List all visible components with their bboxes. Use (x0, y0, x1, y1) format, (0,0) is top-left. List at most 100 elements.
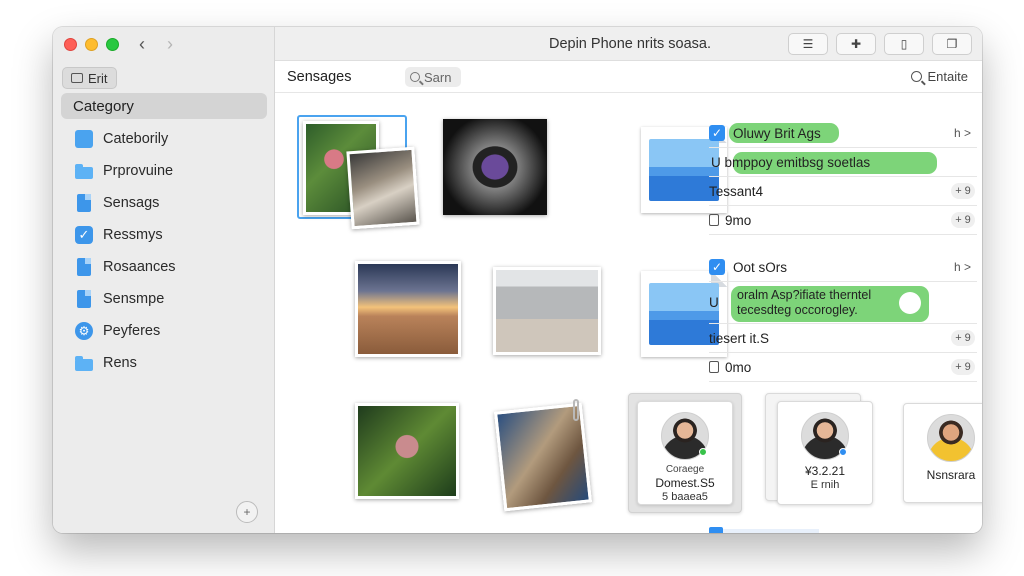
titlebar-buttons: ☰ ✚ ▯ ❐ (788, 33, 972, 55)
list-row[interactable]: 0mo + 9 (709, 353, 977, 382)
list-view-icon: ☰ (802, 37, 814, 51)
message-list-2: ✓ Oot sOrs h > U oralm Asp?ifiate thernt… (709, 253, 977, 382)
sidebar-item-5[interactable]: Sensmpe (75, 283, 176, 315)
row-badge[interactable]: + 9 (951, 183, 975, 199)
sidebar-item-0[interactable]: Cateborily (75, 123, 176, 155)
document-icon (75, 194, 93, 212)
back-button[interactable]: ‹ (130, 33, 154, 55)
enable-button[interactable]: Entaite (910, 69, 968, 84)
photo-phone (443, 119, 547, 215)
category-header-label: Category (73, 97, 134, 115)
app-window: ‹ › Erit Category Cateborily Prprovuine … (53, 27, 982, 533)
sidebar-item-6[interactable]: ⚙ Peyferes (75, 315, 176, 347)
thumbnail-room[interactable] (493, 267, 601, 355)
sidebar-item-label: Sensags (103, 195, 160, 211)
search-field[interactable]: Sarn (405, 67, 461, 87)
next-list-strip (709, 529, 819, 533)
thumbnail-plant-cat[interactable] (297, 115, 423, 230)
checkbox-icon[interactable]: ✓ (709, 259, 725, 275)
contact-card-0[interactable]: Coraege Domest.S5 5 baaea5 (637, 401, 733, 505)
category-header[interactable]: Category (61, 93, 267, 119)
message-list-1: ✓ Oluwy Brit Ags h > U bmppoy emitbsg so… (709, 119, 977, 235)
sidebar-item-label: Rens (103, 355, 137, 371)
mic-button[interactable]: ▯ (884, 33, 924, 55)
plus-icon: + (243, 505, 251, 519)
checkbox-icon: ✓ (75, 226, 93, 244)
row-badge[interactable]: + 9 (951, 359, 975, 375)
gear-icon: ⚙ (75, 322, 93, 340)
sidebar-item-3[interactable]: ✓ Ressmys (75, 219, 176, 251)
list-row[interactable]: ✓ Oluwy Brit Ags h > (709, 119, 977, 148)
row-text: Oot sOrs (733, 259, 788, 275)
paperclip-icon (573, 399, 579, 421)
blue-square-icon (75, 130, 93, 148)
minimize-window-button[interactable] (85, 38, 98, 51)
checkbox-icon[interactable]: ✓ (709, 125, 725, 141)
thumbnail-hand[interactable] (494, 399, 592, 512)
section-title: Sensages (287, 69, 352, 85)
sidebar-item-2[interactable]: Sensags (75, 187, 176, 219)
avatar (661, 412, 709, 460)
contact-line3: E rnih (810, 479, 840, 491)
sidebar-item-label: Peyferes (103, 323, 161, 339)
list-view-button[interactable]: ☰ (788, 33, 828, 55)
thumbnail-fern[interactable] (355, 403, 459, 499)
row-text: U (709, 295, 719, 310)
row-text: tiesert it.S (709, 330, 770, 346)
sidebar-item-label: Prprovuine (103, 163, 174, 179)
contact-line1: Coraege (665, 464, 705, 475)
forward-button[interactable]: › (158, 33, 182, 55)
photo-room (493, 267, 601, 355)
list-row[interactable]: tiesert it.S + 9 (709, 324, 977, 353)
contact-line2: ¥3.2.21 (804, 464, 846, 478)
sidebar-item-7[interactable]: Rens (75, 347, 176, 379)
contact-card-2[interactable]: Nsnsrara (903, 403, 982, 503)
enable-label: Entaite (927, 69, 968, 84)
avatar (927, 414, 975, 462)
window-mode-button[interactable]: ❐ (932, 33, 972, 55)
sidebar-item-label: Rosaances (103, 259, 176, 275)
zoom-window-button[interactable] (106, 38, 119, 51)
row-badge[interactable]: + 9 (951, 212, 975, 228)
sidebar-item-label: Sensmpe (103, 291, 165, 307)
thumbnail-phone[interactable] (443, 119, 547, 215)
row-text: 9mo (725, 212, 752, 228)
list-row[interactable]: ✓ Oot sOrs h > (709, 253, 977, 282)
nav-arrows: ‹ › (130, 33, 182, 55)
contact-line2: Domest.S5 (655, 476, 715, 490)
document-icon (709, 361, 719, 373)
row-badge[interactable]: + 9 (951, 330, 975, 346)
sidebar: ‹ › Erit Category Cateborily Prprovuine … (53, 27, 275, 533)
list-row[interactable]: U bmppoy emitbsg soetlas (709, 148, 977, 177)
sidebar-item-4[interactable]: Rosaances (75, 251, 176, 283)
document-icon (75, 258, 93, 276)
search-placeholder: Sarn (424, 69, 452, 85)
mic-icon: ▯ (900, 37, 908, 51)
add-category-button[interactable]: + (236, 501, 258, 523)
toolbar: Sensages Sarn Entaite (275, 61, 982, 93)
contact-card-1[interactable]: ¥3.2.21 E rnih (777, 401, 873, 505)
photo-fern (355, 403, 459, 499)
sidebar-item-label: Cateborily (103, 131, 169, 147)
row-chevron[interactable]: h > (954, 126, 971, 140)
row-text: Oluwy Brit Ags (733, 125, 821, 141)
chevron-left-icon: ‹ (139, 34, 145, 54)
list-row[interactable]: U oralm Asp?ifiate therntel tecesdteg oc… (709, 282, 977, 324)
avatar (801, 412, 849, 460)
row-chevron[interactable]: h > (954, 260, 971, 274)
title-bar: Depin Phone nrits soasa. ☰ ✚ ▯ ❐ (275, 27, 982, 61)
photo-sunset (355, 261, 461, 357)
edit-button[interactable]: Erit (62, 67, 117, 89)
list-row[interactable]: 9mo + 9 (709, 206, 977, 235)
list-row[interactable]: Tessant4 + 9 (709, 177, 977, 206)
add-button[interactable]: ✚ (836, 33, 876, 55)
row-text: 0mo (725, 359, 752, 375)
close-window-button[interactable] (64, 38, 77, 51)
thumbnail-sunset[interactable] (355, 261, 461, 357)
checkbox-icon[interactable] (709, 527, 723, 533)
search-icon (410, 72, 420, 82)
sidebar-item-1[interactable]: Prprovuine (75, 155, 176, 187)
traffic-lights (64, 38, 119, 51)
folder-icon (75, 162, 93, 180)
chevron-right-icon: › (167, 34, 173, 54)
